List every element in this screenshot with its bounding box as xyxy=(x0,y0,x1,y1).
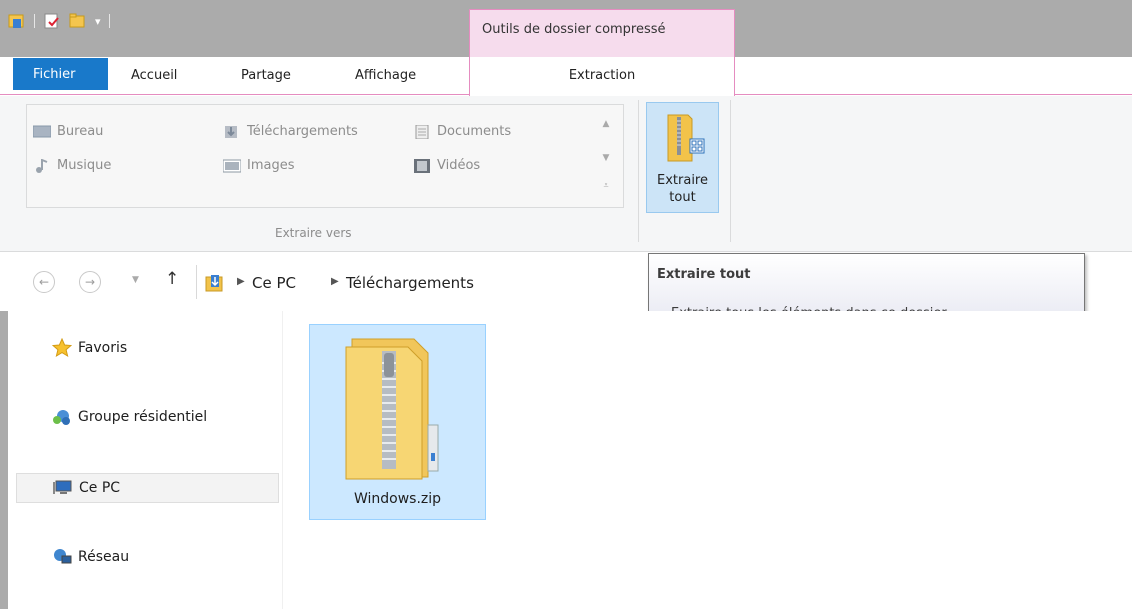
breadcrumb-chevron-icon[interactable]: ▶ xyxy=(331,276,339,287)
navigation-pane: Favoris Groupe résidentiel Ce PC Réseau xyxy=(8,311,283,609)
music-icon xyxy=(36,158,48,173)
extract-to-gallery: Bureau Téléchargements Documents Musique… xyxy=(26,104,624,208)
breadcrumb-this-pc[interactable]: Ce PC xyxy=(252,274,296,292)
downloads-folder-icon xyxy=(205,275,223,292)
network-icon xyxy=(54,549,72,564)
toolbar-separator xyxy=(34,14,35,28)
extract-to-pictures-label: Images xyxy=(247,158,295,173)
extract-to-documents[interactable]: Documents xyxy=(413,124,511,139)
tab-file[interactable]: Fichier xyxy=(13,58,108,90)
nav-this-pc-label: Ce PC xyxy=(79,480,121,496)
forward-button[interactable]: → xyxy=(79,271,101,293)
extract-to-desktop-label: Bureau xyxy=(57,124,104,139)
customize-toolbar-icon[interactable]: ▾ xyxy=(95,15,101,28)
star-icon xyxy=(52,338,72,358)
extract-to-music[interactable]: Musique xyxy=(33,158,111,173)
zip-folder-icon xyxy=(345,338,439,480)
address-bar[interactable]: ▶ Ce PC ▶ Téléchargements xyxy=(196,265,656,299)
tab-home[interactable]: Accueil xyxy=(131,57,177,95)
ribbon-tabs: Fichier Accueil Partage Affichage Extrac… xyxy=(0,57,1132,96)
desktop-icon xyxy=(33,125,51,137)
breadcrumb-downloads[interactable]: Téléchargements xyxy=(346,274,474,292)
homegroup-icon xyxy=(53,410,70,425)
extract-all-button[interactable]: Extraire tout xyxy=(646,102,719,213)
title-bar: ▾ Outils de dossier compressé xyxy=(0,0,1132,57)
extract-all-label: Extraire tout xyxy=(647,172,718,206)
file-item[interactable]: Windows.zip xyxy=(309,324,486,520)
back-button[interactable]: ← xyxy=(33,271,55,293)
downloads-folder-icon xyxy=(225,125,237,138)
up-arrow-icon[interactable]: ↑ xyxy=(165,269,179,289)
extract-all-label-line1: Extraire xyxy=(657,173,708,188)
extract-to-documents-label: Documents xyxy=(437,124,512,139)
nav-item-this-pc[interactable]: Ce PC xyxy=(16,473,279,503)
nav-item-favorites[interactable]: Favoris xyxy=(16,333,279,363)
extract-all-label-line2: tout xyxy=(669,190,696,205)
tab-view[interactable]: Affichage xyxy=(355,57,416,95)
new-folder-icon[interactable] xyxy=(69,13,87,29)
nav-favorites-label: Favoris xyxy=(78,340,128,356)
recent-locations-dropdown-icon[interactable]: ▼ xyxy=(132,275,139,285)
ribbon-group-divider xyxy=(730,100,731,242)
back-arrow-icon: ← xyxy=(38,275,50,289)
tooltip-title: Extraire tout xyxy=(657,267,751,282)
gallery-expand-icon[interactable]: ⩡ xyxy=(599,181,613,191)
nav-item-network[interactable]: Réseau xyxy=(16,542,279,572)
properties-icon[interactable] xyxy=(8,13,26,29)
context-tab-header: Outils de dossier compressé xyxy=(469,9,735,57)
gallery-scroll-down-icon[interactable]: ▼ xyxy=(599,153,613,163)
videos-icon xyxy=(414,158,430,173)
ribbon: Bureau Téléchargements Documents Musique… xyxy=(0,96,1132,252)
extract-to-music-label: Musique xyxy=(57,158,112,173)
file-list: Windows.zip xyxy=(284,311,1132,609)
tab-extract[interactable]: Extraction xyxy=(469,57,735,96)
extract-to-videos-label: Vidéos xyxy=(437,158,481,173)
file-name: Windows.zip xyxy=(353,491,442,507)
nav-item-homegroup[interactable]: Groupe résidentiel xyxy=(16,402,279,432)
breadcrumb-chevron-icon[interactable]: ▶ xyxy=(237,276,245,287)
extract-to-group-label: Extraire vers xyxy=(275,226,352,240)
extract-to-downloads[interactable]: Téléchargements xyxy=(223,124,358,139)
gallery-scroll-up-icon[interactable]: ▲ xyxy=(599,119,613,129)
extract-to-desktop[interactable]: Bureau xyxy=(33,124,103,139)
computer-icon xyxy=(53,480,72,494)
extract-to-videos[interactable]: Vidéos xyxy=(413,158,480,173)
extract-to-downloads-label: Téléchargements xyxy=(247,124,358,139)
window-frame xyxy=(0,311,8,609)
tab-share[interactable]: Partage xyxy=(241,57,291,95)
quick-access-toolbar: ▾ xyxy=(8,10,110,32)
extract-to-pictures[interactable]: Images xyxy=(223,158,295,173)
new-document-icon[interactable] xyxy=(43,13,61,29)
toolbar-separator xyxy=(108,14,110,28)
pictures-icon xyxy=(223,159,241,172)
ribbon-group-divider xyxy=(638,100,639,242)
nav-homegroup-label: Groupe résidentiel xyxy=(78,409,208,425)
extract-all-icon xyxy=(667,114,705,162)
nav-network-label: Réseau xyxy=(78,549,130,565)
forward-arrow-icon: → xyxy=(84,275,96,289)
context-tab-title: Outils de dossier compressé xyxy=(482,22,666,37)
documents-icon xyxy=(415,124,429,139)
